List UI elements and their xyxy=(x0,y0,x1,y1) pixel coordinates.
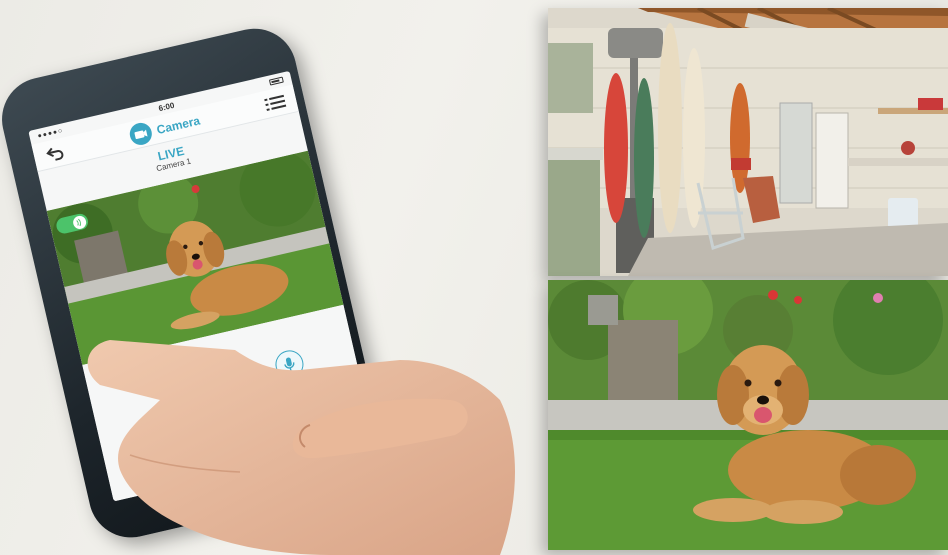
list-menu-icon xyxy=(264,94,287,111)
garage-illustration xyxy=(548,8,948,276)
smartphone: ●●●●○ 6:00 Camera LIVE Camera 1 Photo Vi… xyxy=(0,6,452,547)
menu-button[interactable] xyxy=(262,91,287,113)
video-label: Video xyxy=(216,411,244,428)
photo-button[interactable]: Photo xyxy=(144,414,181,461)
garage-photo xyxy=(548,8,948,276)
battery-icon xyxy=(268,76,284,86)
app-screen: ●●●●○ 6:00 Camera LIVE Camera 1 Photo Vi… xyxy=(28,70,375,502)
app-title-label: Camera xyxy=(155,113,202,137)
home-button[interactable] xyxy=(223,474,266,505)
back-arrow-icon xyxy=(46,147,64,161)
camera-circle-icon xyxy=(127,120,155,147)
microphone-icon xyxy=(272,347,307,382)
talk-button[interactable]: Talk xyxy=(272,347,310,395)
dog-illustration xyxy=(548,280,948,550)
clock: 6:00 xyxy=(157,100,176,113)
photo-label: Photo xyxy=(152,444,181,462)
phone-body: ●●●●○ 6:00 Camera LIVE Camera 1 Photo Vi… xyxy=(0,20,392,546)
back-button[interactable] xyxy=(42,142,67,164)
sound-waves-icon xyxy=(71,214,88,230)
camera-icon xyxy=(144,414,178,448)
video-button[interactable]: Video xyxy=(208,380,246,428)
talk-label: Talk xyxy=(284,378,305,394)
dog-photo xyxy=(548,280,948,550)
scene: ●●●●○ 6:00 Camera LIVE Camera 1 Photo Vi… xyxy=(0,0,948,555)
video-camera-icon xyxy=(208,380,243,415)
